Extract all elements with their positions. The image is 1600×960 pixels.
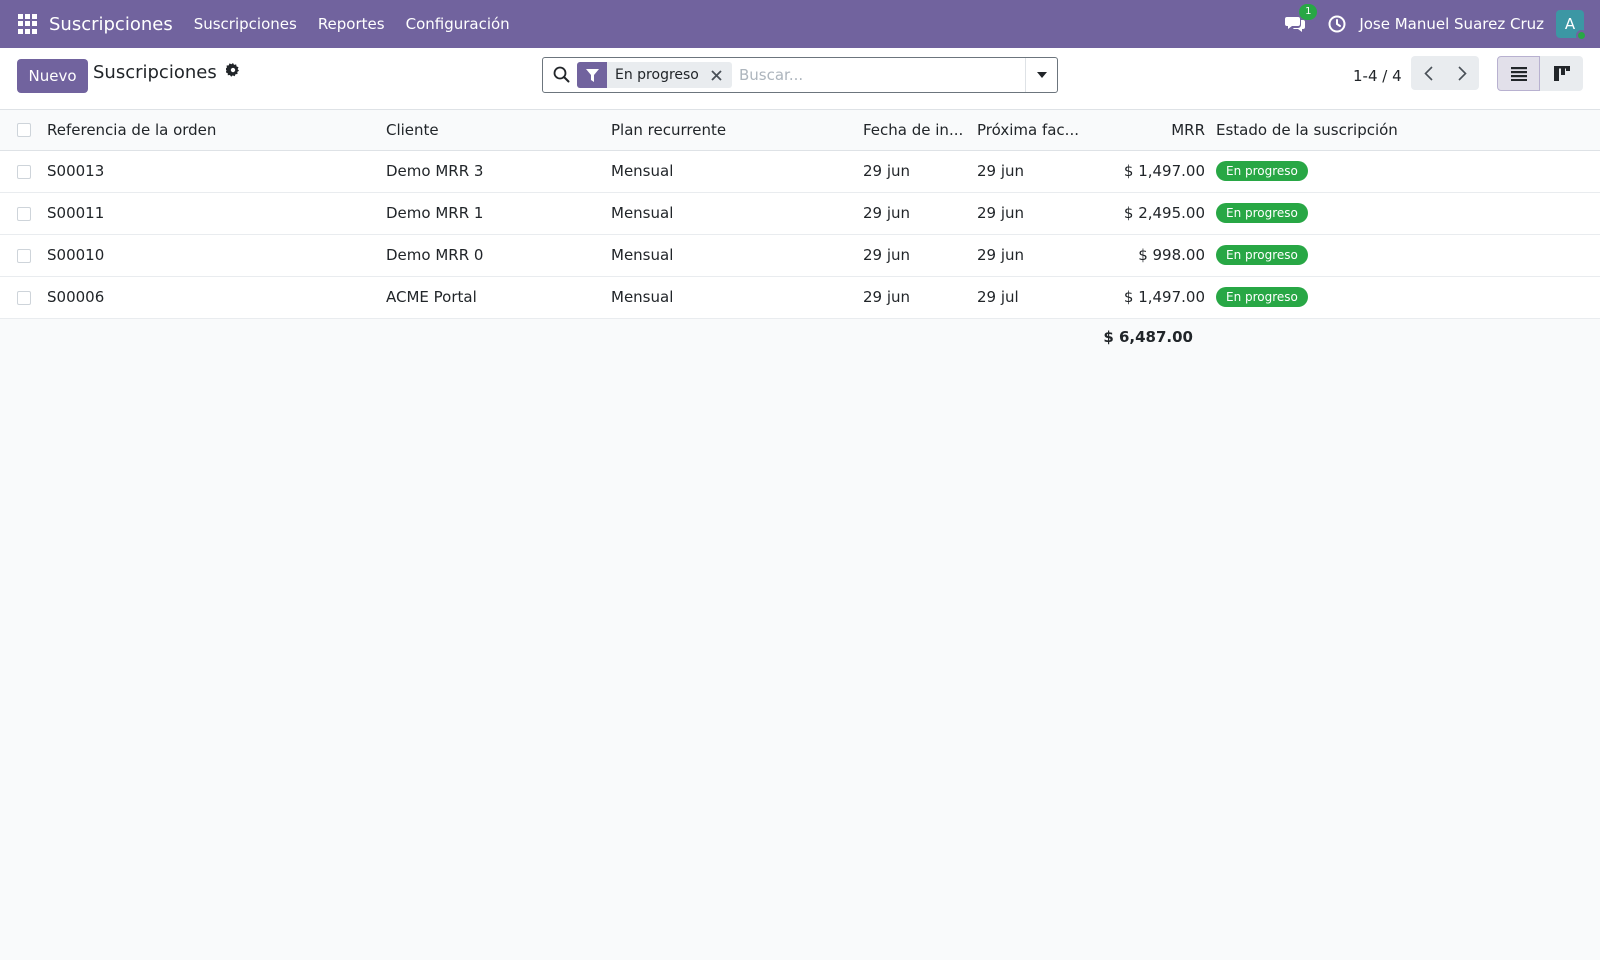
select-all-checkbox[interactable] bbox=[17, 123, 31, 138]
table-row[interactable]: S00006 ACME Portal Mensual 29 jun 29 jul… bbox=[0, 276, 1600, 319]
cell-state: En progreso bbox=[1216, 192, 1600, 235]
table-row[interactable]: S00013 Demo MRR 3 Mensual 29 jun 29 jun … bbox=[0, 150, 1600, 193]
search-bar: En progreso bbox=[542, 57, 1058, 93]
column-header-start-date[interactable]: Fecha de in... bbox=[863, 110, 977, 151]
table-header-row: Referencia de la orden Cliente Plan recu… bbox=[0, 110, 1600, 151]
status-badge: En progreso bbox=[1216, 203, 1308, 223]
cell-mrr: $ 2,495.00 bbox=[1089, 192, 1216, 235]
pager-value[interactable]: 1-4 / 4 bbox=[1353, 67, 1402, 85]
new-button[interactable]: Nuevo bbox=[17, 59, 88, 93]
cell-plan: Mensual bbox=[611, 150, 863, 193]
table-footer-row: $ 6,487.00 bbox=[0, 318, 1600, 356]
app-brand[interactable]: Suscripciones bbox=[49, 14, 173, 35]
online-status-dot bbox=[1576, 30, 1587, 41]
cell-start-date: 29 jun bbox=[863, 276, 977, 319]
search-options-toggle[interactable] bbox=[1025, 58, 1057, 92]
list-view-icon bbox=[1510, 66, 1527, 81]
cell-start-date: 29 jun bbox=[863, 234, 977, 277]
page-title-text: Suscripciones bbox=[93, 62, 217, 83]
chevron-right-icon bbox=[1457, 65, 1467, 81]
table-row[interactable]: S00010 Demo MRR 0 Mensual 29 jun 29 jun … bbox=[0, 234, 1600, 277]
footer-spacer-end bbox=[1216, 318, 1600, 356]
cell-plan: Mensual bbox=[611, 192, 863, 235]
column-header-mrr[interactable]: MRR bbox=[1089, 110, 1216, 151]
cell-plan: Mensual bbox=[611, 234, 863, 277]
chat-icon[interactable]: 1 bbox=[1285, 4, 1318, 34]
cell-next-invoice: 29 jun bbox=[977, 150, 1089, 193]
chevron-left-icon bbox=[1423, 65, 1433, 81]
row-checkbox[interactable] bbox=[17, 290, 31, 305]
cell-reference: S00006 bbox=[47, 276, 386, 319]
cell-plan: Mensual bbox=[611, 276, 863, 319]
search-facet[interactable]: En progreso bbox=[577, 62, 732, 88]
cell-reference: S00013 bbox=[47, 150, 386, 193]
filter-icon bbox=[577, 62, 607, 88]
gear-icon[interactable] bbox=[225, 63, 240, 77]
row-checkbox[interactable] bbox=[17, 164, 31, 179]
cell-mrr: $ 998.00 bbox=[1089, 234, 1216, 277]
pager-previous-button[interactable] bbox=[1411, 56, 1445, 90]
select-all-cell bbox=[0, 110, 47, 151]
column-header-next-invoice[interactable]: Próxima fac... bbox=[977, 110, 1089, 151]
row-select-cell bbox=[0, 234, 47, 277]
cell-reference: S00011 bbox=[47, 192, 386, 235]
cell-next-invoice: 29 jul bbox=[977, 276, 1089, 319]
cell-start-date: 29 jun bbox=[863, 192, 977, 235]
status-badge: En progreso bbox=[1216, 161, 1308, 181]
menu-reportes[interactable]: Reportes bbox=[318, 15, 385, 33]
subscriptions-table: Referencia de la orden Cliente Plan recu… bbox=[0, 110, 1600, 356]
cell-reference: S00010 bbox=[47, 234, 386, 277]
cell-state: En progreso bbox=[1216, 150, 1600, 193]
cell-state: En progreso bbox=[1216, 234, 1600, 277]
avatar-letter: A bbox=[1564, 15, 1576, 33]
search-input[interactable] bbox=[739, 64, 1009, 86]
facet-label: En progreso bbox=[615, 67, 699, 83]
top-navbar: Suscripciones Suscripciones Reportes Con… bbox=[0, 0, 1600, 48]
cell-state: En progreso bbox=[1216, 276, 1600, 319]
search-icon[interactable] bbox=[553, 66, 570, 83]
row-select-cell bbox=[0, 276, 47, 319]
column-header-state[interactable]: Estado de la suscripción bbox=[1216, 110, 1600, 151]
cell-client: ACME Portal bbox=[386, 276, 611, 319]
column-header-plan[interactable]: Plan recurrente bbox=[611, 110, 863, 151]
list-view-button[interactable] bbox=[1497, 56, 1540, 91]
control-panel: Nuevo Suscripciones En progreso Buscar..… bbox=[0, 48, 1600, 110]
user-avatar[interactable]: A bbox=[1556, 10, 1587, 41]
cell-next-invoice: 29 jun bbox=[977, 234, 1089, 277]
cell-client: Demo MRR 3 bbox=[386, 150, 611, 193]
cell-mrr: $ 1,497.00 bbox=[1089, 276, 1216, 319]
cell-client: Demo MRR 1 bbox=[386, 192, 611, 235]
status-badge: En progreso bbox=[1216, 287, 1308, 307]
footer-spacer bbox=[0, 318, 1089, 356]
page-title: Suscripciones bbox=[93, 62, 240, 83]
cell-client: Demo MRR 0 bbox=[386, 234, 611, 277]
caret-down-icon bbox=[1036, 72, 1047, 78]
kanban-view-button[interactable] bbox=[1540, 56, 1583, 91]
table-row[interactable]: S00011 Demo MRR 1 Mensual 29 jun 29 jun … bbox=[0, 192, 1600, 235]
menu-suscripciones[interactable]: Suscripciones bbox=[194, 15, 297, 33]
row-select-cell bbox=[0, 192, 47, 235]
cell-start-date: 29 jun bbox=[863, 150, 977, 193]
activity-clock-icon[interactable] bbox=[1327, 14, 1347, 34]
apps-menu-icon[interactable] bbox=[18, 14, 38, 34]
column-header-reference[interactable]: Referencia de la orden bbox=[47, 110, 386, 151]
chat-count-badge: 1 bbox=[1299, 4, 1318, 20]
status-badge: En progreso bbox=[1216, 245, 1308, 265]
user-name[interactable]: Jose Manuel Suarez Cruz bbox=[1359, 15, 1544, 33]
kanban-view-icon bbox=[1553, 66, 1570, 81]
cell-next-invoice: 29 jun bbox=[977, 192, 1089, 235]
column-header-client[interactable]: Cliente bbox=[386, 110, 611, 151]
row-checkbox[interactable] bbox=[17, 248, 31, 263]
row-select-cell bbox=[0, 150, 47, 193]
pager-next-button[interactable] bbox=[1445, 56, 1479, 90]
close-icon[interactable] bbox=[711, 69, 722, 81]
cell-mrr: $ 1,497.00 bbox=[1089, 150, 1216, 193]
total-mrr: $ 6,487.00 bbox=[1089, 318, 1216, 356]
row-checkbox[interactable] bbox=[17, 206, 31, 221]
menu-configuracion[interactable]: Configuración bbox=[406, 15, 510, 33]
